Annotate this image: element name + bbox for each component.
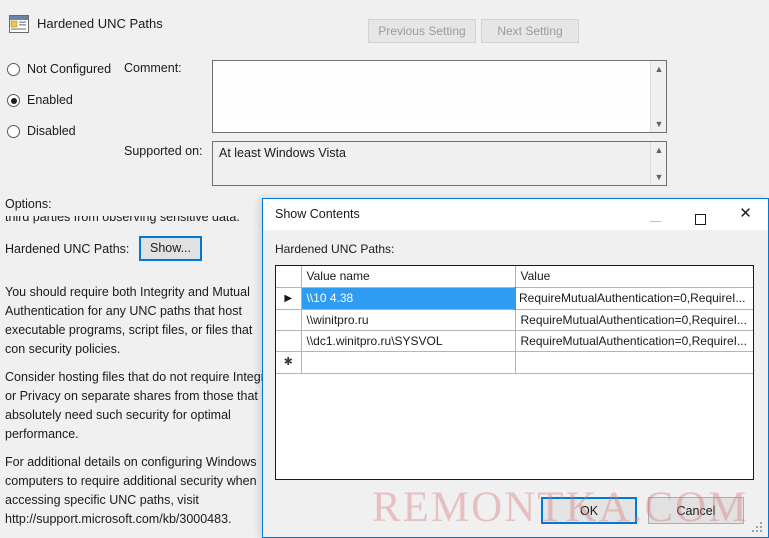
- help-paragraph: For additional details on configuring Wi…: [5, 455, 257, 526]
- show-button[interactable]: Show...: [139, 236, 202, 261]
- grid-header-row: Value name Value: [276, 266, 753, 288]
- scroll-down-icon[interactable]: ▼: [651, 117, 667, 131]
- table-row-new[interactable]: ✱: [276, 351, 753, 374]
- table-row[interactable]: \\dc1.winitpro.ru\SYSVOL RequireMutualAu…: [276, 330, 753, 352]
- dialog-titlebar[interactable]: Show Contents ✕: [263, 199, 768, 230]
- cell-value[interactable]: [515, 351, 753, 374]
- cell-value[interactable]: RequireMutualAuthentication=0,RequireI..…: [515, 309, 753, 331]
- current-row-indicator-icon: ▶: [284, 292, 293, 304]
- hardened-unc-paths-label: Hardened UNC Paths:: [5, 242, 130, 256]
- supported-on-value: At least Windows Vista: [219, 146, 346, 160]
- help-paragraph: Consider hosting files that do not requi…: [5, 370, 267, 441]
- radio-label-disabled: Disabled: [27, 124, 76, 138]
- table-row[interactable]: \\winitpro.ru RequireMutualAuthenticatio…: [276, 309, 753, 331]
- column-header-selector: [276, 266, 302, 288]
- cancel-button[interactable]: Cancel: [648, 497, 744, 524]
- radio-mark-disabled: [7, 125, 20, 138]
- radio-mark-enabled: [7, 94, 20, 107]
- options-pane: third parties from observing sensitive d…: [5, 216, 267, 538]
- table-row[interactable]: ▶ \\10 4.38 RequireMutualAuthentication=…: [276, 287, 753, 310]
- resize-grip[interactable]: [752, 522, 764, 534]
- options-label: Options:: [5, 197, 52, 211]
- cell-value-name[interactable]: \\10 4.38: [301, 287, 516, 310]
- help-paragraph: You should require both Integrity and Mu…: [5, 285, 253, 356]
- cell-value[interactable]: RequireMutualAuthentication=0,RequireI..…: [515, 330, 753, 352]
- scroll-up-icon[interactable]: ▲: [651, 62, 667, 76]
- comment-textarea[interactable]: ▲ ▼: [212, 60, 667, 133]
- dialog-body: Hardened UNC Paths: Value name Value ▶ \…: [263, 230, 768, 537]
- policy-setting-icon: [9, 15, 29, 33]
- values-grid[interactable]: Value name Value ▶ \\10 4.38 RequireMutu…: [275, 265, 754, 480]
- close-icon[interactable]: ✕: [723, 199, 768, 229]
- cell-value-name[interactable]: [301, 351, 516, 374]
- show-contents-dialog: Show Contents ✕ Hardened UNC Paths: Valu…: [262, 198, 769, 538]
- scroll-up-icon[interactable]: ▲: [651, 143, 667, 157]
- minimize-glyph: [650, 221, 661, 222]
- cell-value-name[interactable]: \\winitpro.ru: [301, 309, 516, 331]
- radio-label-not-configured: Not Configured: [27, 62, 112, 76]
- supported-on-field: At least Windows Vista ▲ ▼: [212, 141, 667, 186]
- options-clipped-text: third parties from observing sensitive d…: [5, 216, 240, 224]
- cell-value-name[interactable]: \\dc1.winitpro.ru\SYSVOL: [301, 330, 516, 352]
- comment-scrollbar[interactable]: ▲ ▼: [650, 61, 666, 132]
- list-label: Hardened UNC Paths:: [275, 242, 395, 256]
- column-header-value-name: Value name: [301, 266, 516, 288]
- radio-mark-not-configured: [7, 63, 20, 76]
- previous-setting-button[interactable]: Previous Setting: [368, 19, 476, 43]
- radio-label-enabled: Enabled: [27, 93, 73, 107]
- scroll-down-icon[interactable]: ▼: [651, 170, 667, 184]
- ok-button[interactable]: OK: [541, 497, 637, 524]
- supported-on-label: Supported on:: [124, 144, 203, 158]
- new-row-asterisk-icon: ✱: [283, 355, 293, 368]
- minimize-icon[interactable]: [633, 199, 678, 229]
- page-title: Hardened UNC Paths: [37, 16, 163, 31]
- close-glyph: ✕: [739, 205, 752, 222]
- maximize-icon[interactable]: [678, 199, 723, 229]
- next-setting-button[interactable]: Next Setting: [481, 19, 579, 43]
- cell-value[interactable]: RequireMutualAuthentication=0,RequireI..…: [514, 287, 753, 310]
- window-titlebar: Hardened UNC Paths Previous Setting Next…: [0, 0, 769, 52]
- column-header-value: Value: [515, 266, 753, 288]
- maximize-glyph: [695, 213, 706, 225]
- supported-on-scrollbar[interactable]: ▲ ▼: [650, 142, 666, 185]
- comment-label: Comment:: [124, 61, 182, 75]
- dialog-title: Show Contents: [275, 207, 360, 221]
